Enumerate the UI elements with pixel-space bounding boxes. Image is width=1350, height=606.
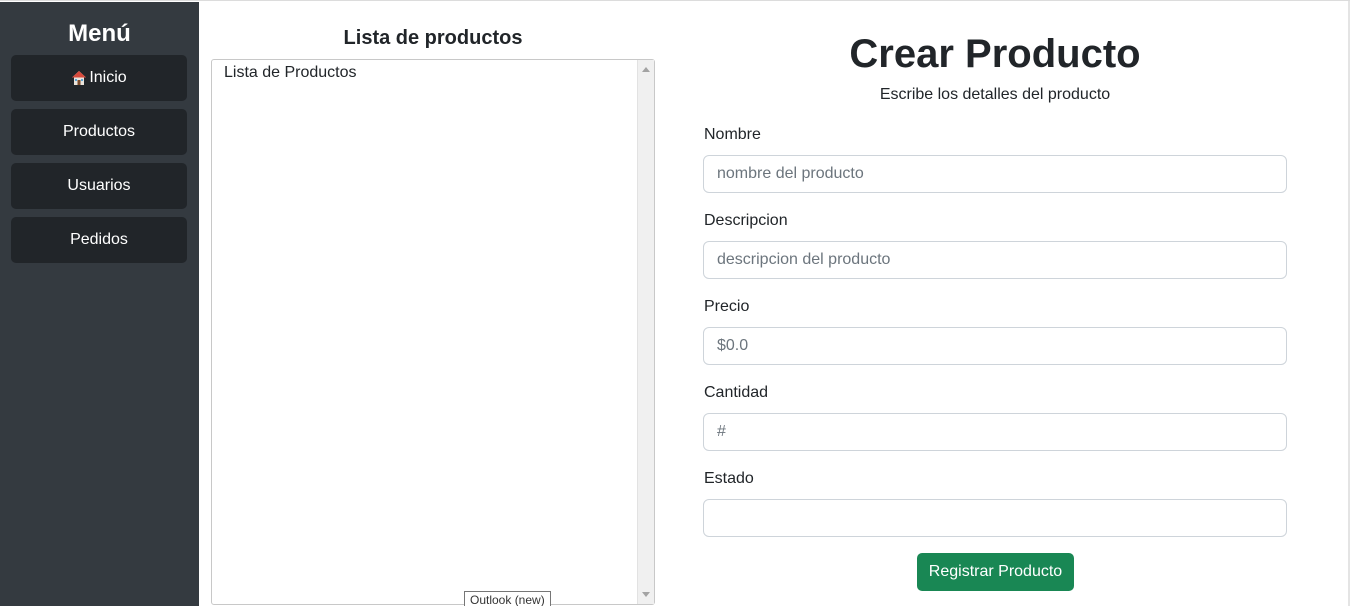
descripcion-label: Descripcion: [704, 212, 788, 229]
estado-label: Estado: [704, 470, 754, 487]
descripcion-input[interactable]: [703, 241, 1287, 279]
scrollbar[interactable]: [637, 60, 654, 604]
nav-label-pedidos: Pedidos: [70, 231, 128, 248]
cantidad-input[interactable]: [703, 413, 1287, 451]
cantidad-label: Cantidad: [704, 384, 769, 401]
nav-label-usuarios: Usuarios: [67, 177, 131, 194]
product-list-title: Lista de productos: [343, 27, 523, 49]
nombre-label: Nombre: [704, 126, 761, 143]
estado-input[interactable]: [703, 499, 1287, 537]
register-product-button[interactable]: Registrar Producto: [917, 553, 1074, 591]
nav-button-inicio[interactable]: Inicio: [11, 55, 187, 101]
app-window: Menú Inicio Productos Usuarios Pedidos L…: [0, 0, 1350, 606]
form-subtitle: Escribe los detalles del producto: [879, 86, 1111, 103]
nav-label-productos: Productos: [62, 123, 136, 140]
precio-input[interactable]: [703, 327, 1287, 365]
product-list-box[interactable]: Lista de Productos: [211, 59, 655, 605]
product-list-section: Lista de productos Lista de Productos: [211, 2, 655, 606]
tooltip: Outlook (new): [464, 591, 551, 606]
nav-button-productos[interactable]: Productos: [11, 109, 187, 155]
sidebar: Menú Inicio Productos Usuarios Pedidos: [0, 2, 199, 606]
form-title: Crear Producto: [849, 32, 1141, 76]
scroll-down-icon[interactable]: [642, 592, 650, 597]
house-icon: [71, 70, 87, 86]
nav-label-inicio: Inicio: [89, 69, 127, 86]
list-item: Lista de Productos: [224, 64, 357, 81]
scroll-up-icon[interactable]: [642, 67, 650, 72]
nav-button-usuarios[interactable]: Usuarios: [11, 163, 187, 209]
nombre-input[interactable]: [703, 155, 1287, 193]
precio-label: Precio: [704, 298, 750, 315]
nav-button-pedidos[interactable]: Pedidos: [11, 217, 187, 263]
sidebar-title: Menú: [68, 20, 131, 47]
